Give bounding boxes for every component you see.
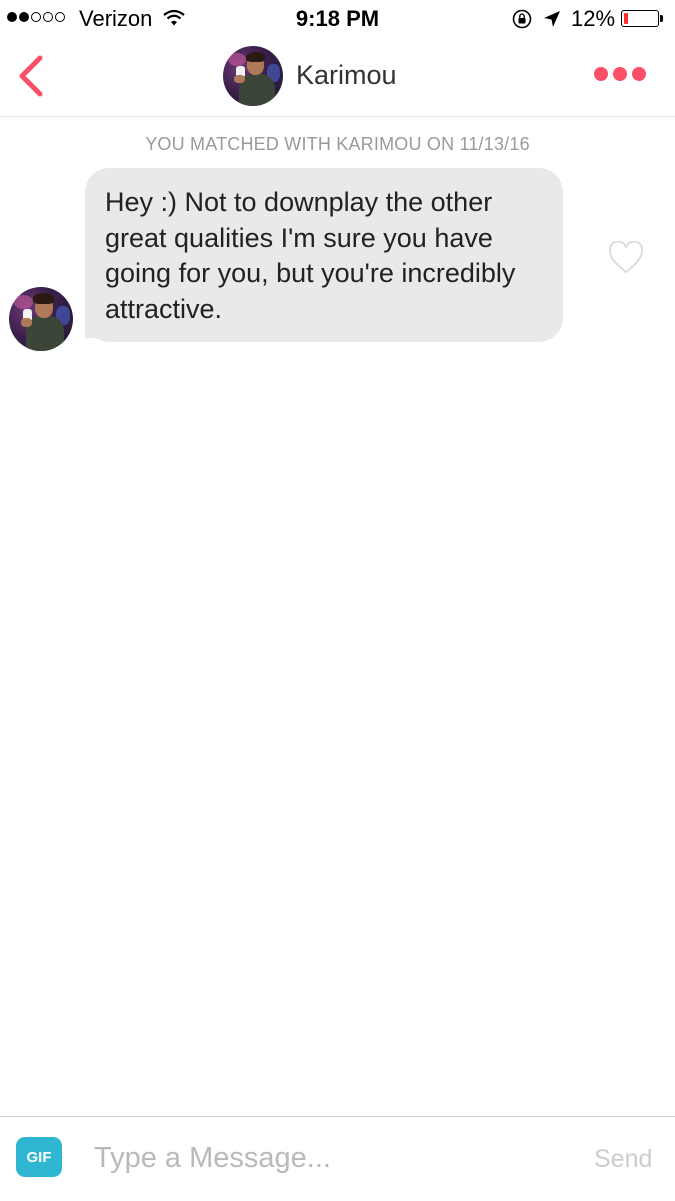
more-options-button[interactable] xyxy=(594,64,650,84)
like-message-button[interactable] xyxy=(608,240,644,280)
location-arrow-icon xyxy=(543,10,561,33)
contact-name[interactable]: Karimou xyxy=(296,60,397,91)
more-dots-icon xyxy=(594,67,608,81)
send-button[interactable]: Send xyxy=(594,1145,652,1174)
message-input[interactable] xyxy=(94,1135,564,1181)
battery-level xyxy=(624,13,628,24)
avatar-photo xyxy=(223,46,283,106)
status-bar: Verizon 9:18 PM 12% xyxy=(0,0,675,38)
rotation-lock-icon xyxy=(511,9,533,34)
battery-icon xyxy=(621,10,659,27)
contact-avatar[interactable] xyxy=(223,46,283,106)
message-bubble[interactable]: Hey :) Not to downplay the other great q… xyxy=(85,168,563,342)
more-dots-icon xyxy=(632,67,646,81)
back-button[interactable] xyxy=(14,54,50,98)
message-composer: GIF Send xyxy=(0,1116,675,1201)
gif-button[interactable]: GIF xyxy=(16,1137,62,1177)
battery-tip xyxy=(660,15,663,22)
heart-outline-icon xyxy=(608,240,644,274)
chat-header: Karimou xyxy=(0,38,675,117)
battery-percent: 12% xyxy=(571,6,616,31)
more-dots-icon xyxy=(613,67,627,81)
match-date-note: YOU MATCHED WITH KARIMOU ON 11/13/16 xyxy=(145,134,530,154)
message-sender-avatar[interactable] xyxy=(9,287,73,351)
chevron-left-icon xyxy=(19,55,43,97)
message-bubble-tail xyxy=(85,322,99,338)
avatar-photo xyxy=(9,287,73,351)
